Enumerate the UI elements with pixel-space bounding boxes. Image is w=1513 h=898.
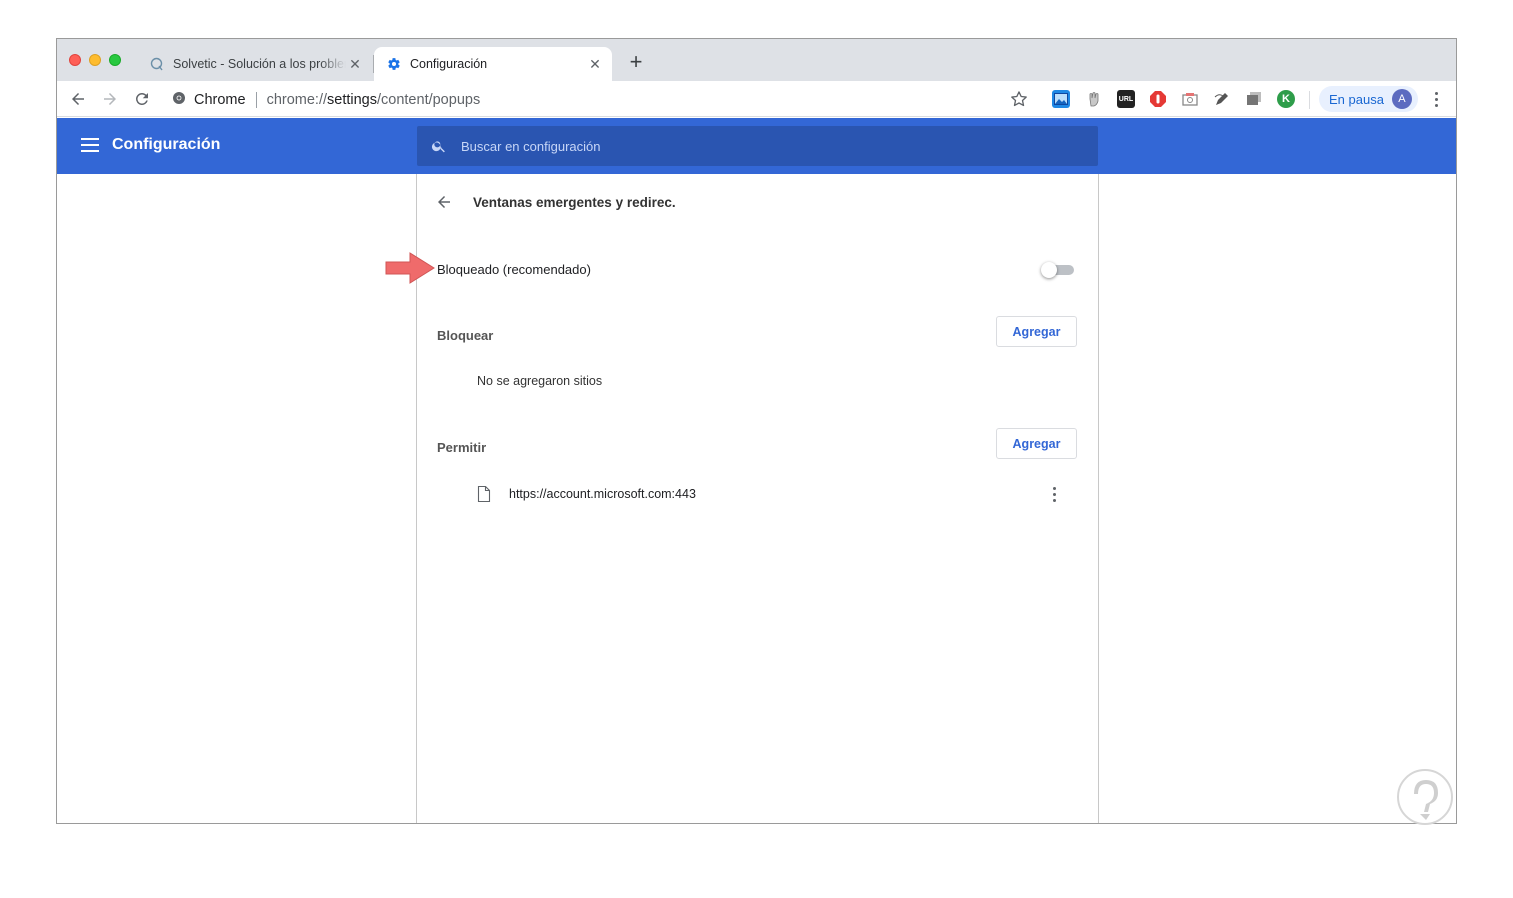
k-extension-icon[interactable]: K — [1277, 90, 1295, 108]
url-scheme: chrome:// — [266, 92, 328, 108]
search-input[interactable] — [461, 138, 1061, 154]
site-url: https://account.microsoft.com:443 — [509, 487, 696, 501]
block-empty-text: No se agregaron sitios — [477, 374, 603, 388]
list-item: https://account.microsoft.com:443 — [477, 484, 1067, 504]
bookmark-star-icon[interactable] — [1009, 89, 1029, 109]
minimize-window-button[interactable] — [89, 54, 101, 66]
chrome-menu-button[interactable] — [1426, 89, 1446, 109]
tab-configuracion[interactable]: Configuración ✕ — [374, 47, 612, 81]
url-extension-icon[interactable]: URL — [1117, 90, 1135, 108]
search-icon — [431, 141, 445, 153]
blocked-toggle[interactable] — [1041, 262, 1076, 278]
blocked-label: Bloqueado (recomendado) — [437, 262, 591, 277]
close-window-button[interactable] — [69, 54, 81, 66]
pen-extension-icon[interactable] — [1213, 90, 1231, 108]
settings-header: Configuración — [57, 118, 1456, 174]
tab-title: Solvetic - Solución a los problemas — [173, 57, 346, 71]
tab-solvetic[interactable]: Solvetic - Solución a los problemas ✕ — [137, 47, 372, 81]
adblock-extension-icon[interactable] — [1149, 90, 1167, 108]
settings-search[interactable] — [417, 126, 1098, 166]
more-actions-icon[interactable] — [1049, 486, 1059, 502]
tab-title: Configuración — [410, 57, 488, 71]
url-host: settings — [327, 92, 377, 108]
browser-toolbar: Chrome chrome://settings/content/popups … — [57, 81, 1456, 117]
back-button[interactable] — [66, 87, 90, 111]
browser-window: Solvetic - Solución a los problemas ✕ Co… — [56, 38, 1457, 824]
solvetic-icon — [149, 56, 165, 72]
settings-title: Configuración — [112, 136, 221, 153]
block-section-label: Bloquear — [437, 328, 494, 343]
omnibox-divider — [255, 92, 257, 108]
image-extension-icon[interactable] — [1052, 90, 1070, 108]
reload-icon — [135, 92, 148, 105]
tabs-extension-icon[interactable] — [1245, 90, 1263, 108]
page-title: Ventanas emergentes y redirec. — [473, 195, 676, 210]
hamburger-menu-icon[interactable] — [81, 138, 99, 152]
avatar: A — [1391, 89, 1412, 109]
popups-settings-card: Ventanas emergentes y redirec. Bloqueado… — [416, 174, 1099, 823]
close-tab-icon[interactable]: ✕ — [346, 55, 364, 73]
settings-content: Ventanas emergentes y redirec. Bloqueado… — [57, 174, 1456, 823]
new-tab-button[interactable]: + — [625, 51, 647, 74]
tab-strip: Solvetic - Solución a los problemas ✕ Co… — [57, 39, 1456, 81]
site-label: Chrome — [194, 92, 246, 108]
arrow-left-icon — [72, 93, 84, 105]
url-path: /content/popups — [377, 92, 481, 108]
close-tab-icon[interactable]: ✕ — [586, 55, 604, 73]
chrome-page-icon — [172, 91, 186, 109]
toggle-knob — [1041, 262, 1057, 278]
profile-button[interactable]: En pausa A — [1319, 86, 1418, 112]
hand-extension-icon[interactable] — [1085, 90, 1103, 108]
forward-button[interactable] — [98, 87, 122, 111]
add-allow-button[interactable]: Agregar — [996, 428, 1077, 459]
add-block-button[interactable]: Agregar — [996, 316, 1077, 347]
annotation-arrow-icon — [385, 252, 435, 284]
solvetic-watermark-logo — [1397, 769, 1453, 825]
arrow-right-icon — [104, 93, 116, 105]
profile-status: En pausa — [1329, 91, 1384, 107]
omnibox[interactable]: Chrome chrome://settings/content/popups — [172, 89, 480, 111]
page-icon — [477, 486, 491, 502]
toolbar-separator — [1309, 91, 1310, 109]
back-arrow-icon[interactable] — [435, 193, 457, 215]
reload-button[interactable] — [130, 87, 154, 111]
gear-icon — [386, 56, 402, 72]
maximize-window-button[interactable] — [109, 54, 121, 66]
allow-section-label: Permitir — [437, 440, 487, 455]
screenshot-extension-icon[interactable] — [1181, 90, 1199, 108]
